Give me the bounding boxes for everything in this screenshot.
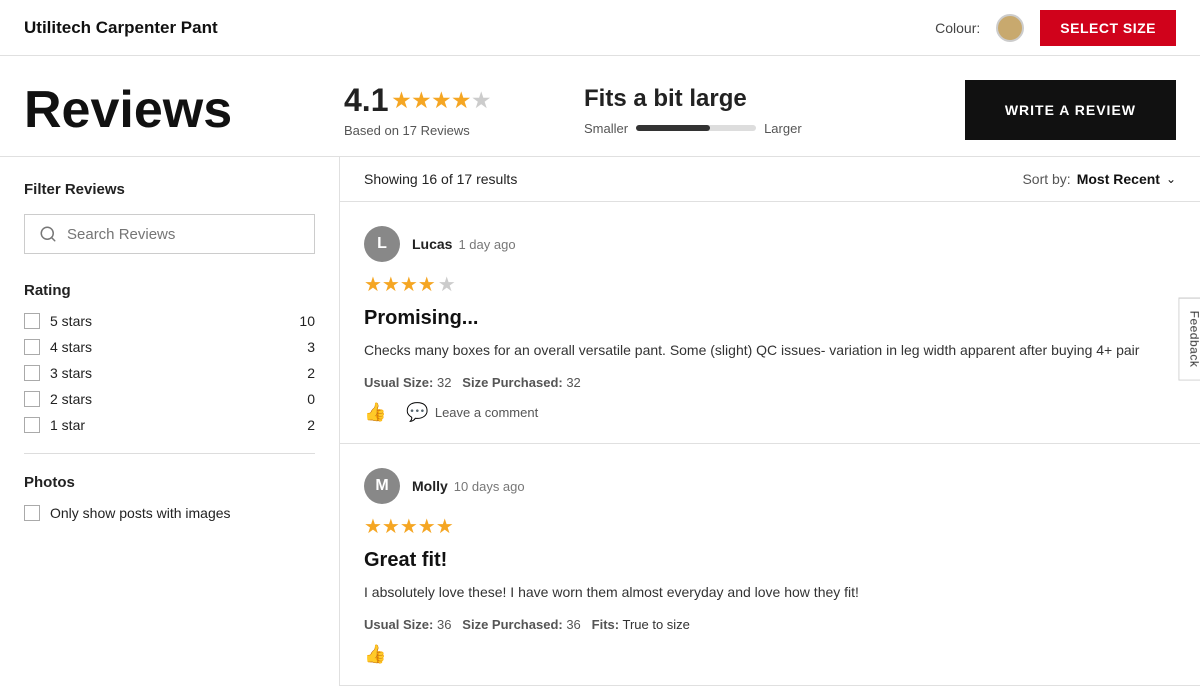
rating-filter-count: 0 bbox=[291, 391, 315, 407]
fit-smaller-label: Smaller bbox=[584, 121, 628, 136]
filled-stars: ★★★★★ bbox=[364, 514, 454, 539]
rating-filter-row: 5 stars 10 bbox=[24, 313, 315, 329]
rating-filter-row: 3 stars 2 bbox=[24, 365, 315, 381]
search-box bbox=[24, 214, 315, 254]
thumbs-up-icon: 👍 bbox=[364, 402, 386, 423]
comment-button[interactable]: 💬 Leave a comment bbox=[406, 402, 538, 423]
rating-filters: 5 stars 10 4 stars 3 3 stars 2 2 stars 0… bbox=[24, 313, 315, 433]
results-bar: Showing 16 of 17 results Sort by: Most R… bbox=[340, 157, 1200, 202]
thumbs-up-icon: 👍 bbox=[364, 644, 386, 665]
search-icon bbox=[39, 225, 57, 243]
review-meta: Usual Size: 36 Size Purchased: 36 Fits: … bbox=[364, 617, 1176, 632]
reviewer-name: Molly10 days ago bbox=[412, 478, 525, 494]
rating-stars: ★ ★ ★ ★ ★ bbox=[392, 88, 490, 113]
review-item: L Lucas1 day ago ★★★★★ Promising... Chec… bbox=[340, 202, 1200, 444]
fit-bar-row: Smaller Larger bbox=[584, 121, 804, 136]
avatar: M bbox=[364, 468, 400, 504]
fit-bar-track bbox=[636, 125, 756, 131]
rating-5-checkbox[interactable] bbox=[24, 313, 40, 329]
rating-filter-count: 2 bbox=[291, 417, 315, 433]
review-items: L Lucas1 day ago ★★★★★ Promising... Chec… bbox=[340, 202, 1200, 686]
photos-filter-row: Only show posts with images bbox=[24, 505, 315, 521]
rating-filter-label: 5 stars bbox=[50, 313, 281, 329]
reviews-heading: Reviews bbox=[24, 80, 304, 140]
empty-stars: ★ bbox=[438, 272, 456, 297]
rating-2-checkbox[interactable] bbox=[24, 391, 40, 407]
comment-label: Leave a comment bbox=[435, 405, 538, 420]
rating-4-checkbox[interactable] bbox=[24, 339, 40, 355]
rating-filter-label: 2 stars bbox=[50, 391, 281, 407]
rating-filter-label: 3 stars bbox=[50, 365, 281, 381]
photos-label: Photos bbox=[24, 474, 315, 491]
star-2: ★ bbox=[412, 88, 430, 113]
reviewer-name: Lucas1 day ago bbox=[412, 236, 516, 252]
rating-filter-row: 4 stars 3 bbox=[24, 339, 315, 355]
reviewer-time: 10 days ago bbox=[454, 479, 525, 494]
fit-larger-label: Larger bbox=[764, 121, 802, 136]
star-4: ★ bbox=[452, 88, 470, 113]
rating-filter-count: 10 bbox=[291, 313, 315, 329]
thumbs-up-button[interactable]: 👍 bbox=[364, 644, 386, 665]
rating-number: 4.1 ★ ★ ★ ★ ★ bbox=[344, 82, 544, 119]
review-body: I absolutely love these! I have worn the… bbox=[364, 582, 1176, 603]
rating-section-label: Rating bbox=[24, 282, 315, 299]
thumbs-up-button[interactable]: 👍 bbox=[364, 402, 386, 423]
review-body: Checks many boxes for an overall versati… bbox=[364, 340, 1176, 361]
colour-swatch bbox=[996, 14, 1024, 42]
header: Utilitech Carpenter Pant Colour: SELECT … bbox=[0, 0, 1200, 56]
search-input[interactable] bbox=[67, 226, 300, 243]
feedback-tab[interactable]: Feedback bbox=[1179, 298, 1200, 381]
header-right: Colour: SELECT SIZE bbox=[935, 10, 1176, 46]
write-review-button[interactable]: WRITE A REVIEW bbox=[965, 80, 1176, 140]
filter-reviews-label: Filter Reviews bbox=[24, 181, 315, 198]
sidebar-divider bbox=[24, 453, 315, 454]
chevron-down-icon: ⌄ bbox=[1166, 172, 1176, 186]
star-5: ★ bbox=[472, 88, 490, 113]
rating-filter-row: 1 star 2 bbox=[24, 417, 315, 433]
comment-icon: 💬 bbox=[406, 402, 428, 423]
rating-filter-row: 2 stars 0 bbox=[24, 391, 315, 407]
review-meta: Usual Size: 32 Size Purchased: 32 bbox=[364, 375, 1176, 390]
fit-title: Fits a bit large bbox=[584, 85, 804, 113]
rating-block: 4.1 ★ ★ ★ ★ ★ Based on 17 Reviews bbox=[344, 82, 544, 138]
filled-stars: ★★★★ bbox=[364, 272, 436, 297]
sort-bar[interactable]: Sort by: Most Recent ⌄ bbox=[1022, 171, 1176, 187]
reviewer-time: 1 day ago bbox=[458, 237, 515, 252]
reviewer-row: M Molly10 days ago bbox=[364, 468, 1176, 504]
review-title: Promising... bbox=[364, 307, 1176, 330]
rating-3-checkbox[interactable] bbox=[24, 365, 40, 381]
rating-filter-count: 3 bbox=[291, 339, 315, 355]
fit-bar-fill bbox=[636, 125, 710, 131]
rating-filter-label: 1 star bbox=[50, 417, 281, 433]
reviewer-row: L Lucas1 day ago bbox=[364, 226, 1176, 262]
results-count: Showing 16 of 17 results bbox=[364, 171, 517, 187]
product-title: Utilitech Carpenter Pant bbox=[24, 18, 218, 38]
review-title: Great fit! bbox=[364, 549, 1176, 572]
photos-filter-label: Only show posts with images bbox=[50, 505, 231, 521]
review-item: M Molly10 days ago ★★★★★ Great fit! I ab… bbox=[340, 444, 1200, 686]
main-content: Filter Reviews Rating 5 stars 10 4 stars… bbox=[0, 157, 1200, 686]
review-actions: 👍 💬 Leave a comment bbox=[364, 402, 1176, 423]
select-size-button[interactable]: SELECT SIZE bbox=[1040, 10, 1176, 46]
colour-label: Colour: bbox=[935, 20, 980, 36]
based-on-text: Based on 17 Reviews bbox=[344, 123, 544, 138]
sort-value: Most Recent bbox=[1077, 171, 1160, 187]
rating-value: 4.1 bbox=[344, 82, 388, 119]
rating-filter-count: 2 bbox=[291, 365, 315, 381]
sidebar: Filter Reviews Rating 5 stars 10 4 stars… bbox=[0, 157, 340, 686]
star-1: ★ bbox=[392, 88, 410, 113]
star-3: ★ bbox=[432, 88, 450, 113]
avatar: L bbox=[364, 226, 400, 262]
review-actions: 👍 bbox=[364, 644, 1176, 665]
rating-filter-label: 4 stars bbox=[50, 339, 281, 355]
reviews-list: Showing 16 of 17 results Sort by: Most R… bbox=[340, 157, 1200, 686]
reviews-meta-bar: Reviews 4.1 ★ ★ ★ ★ ★ Based on 17 Review… bbox=[0, 56, 1200, 157]
review-stars: ★★★★★ bbox=[364, 272, 1176, 297]
fit-block: Fits a bit large Smaller Larger bbox=[584, 85, 804, 136]
review-stars: ★★★★★ bbox=[364, 514, 1176, 539]
photos-checkbox[interactable] bbox=[24, 505, 40, 521]
rating-1-checkbox[interactable] bbox=[24, 417, 40, 433]
sort-label: Sort by: bbox=[1022, 171, 1070, 187]
